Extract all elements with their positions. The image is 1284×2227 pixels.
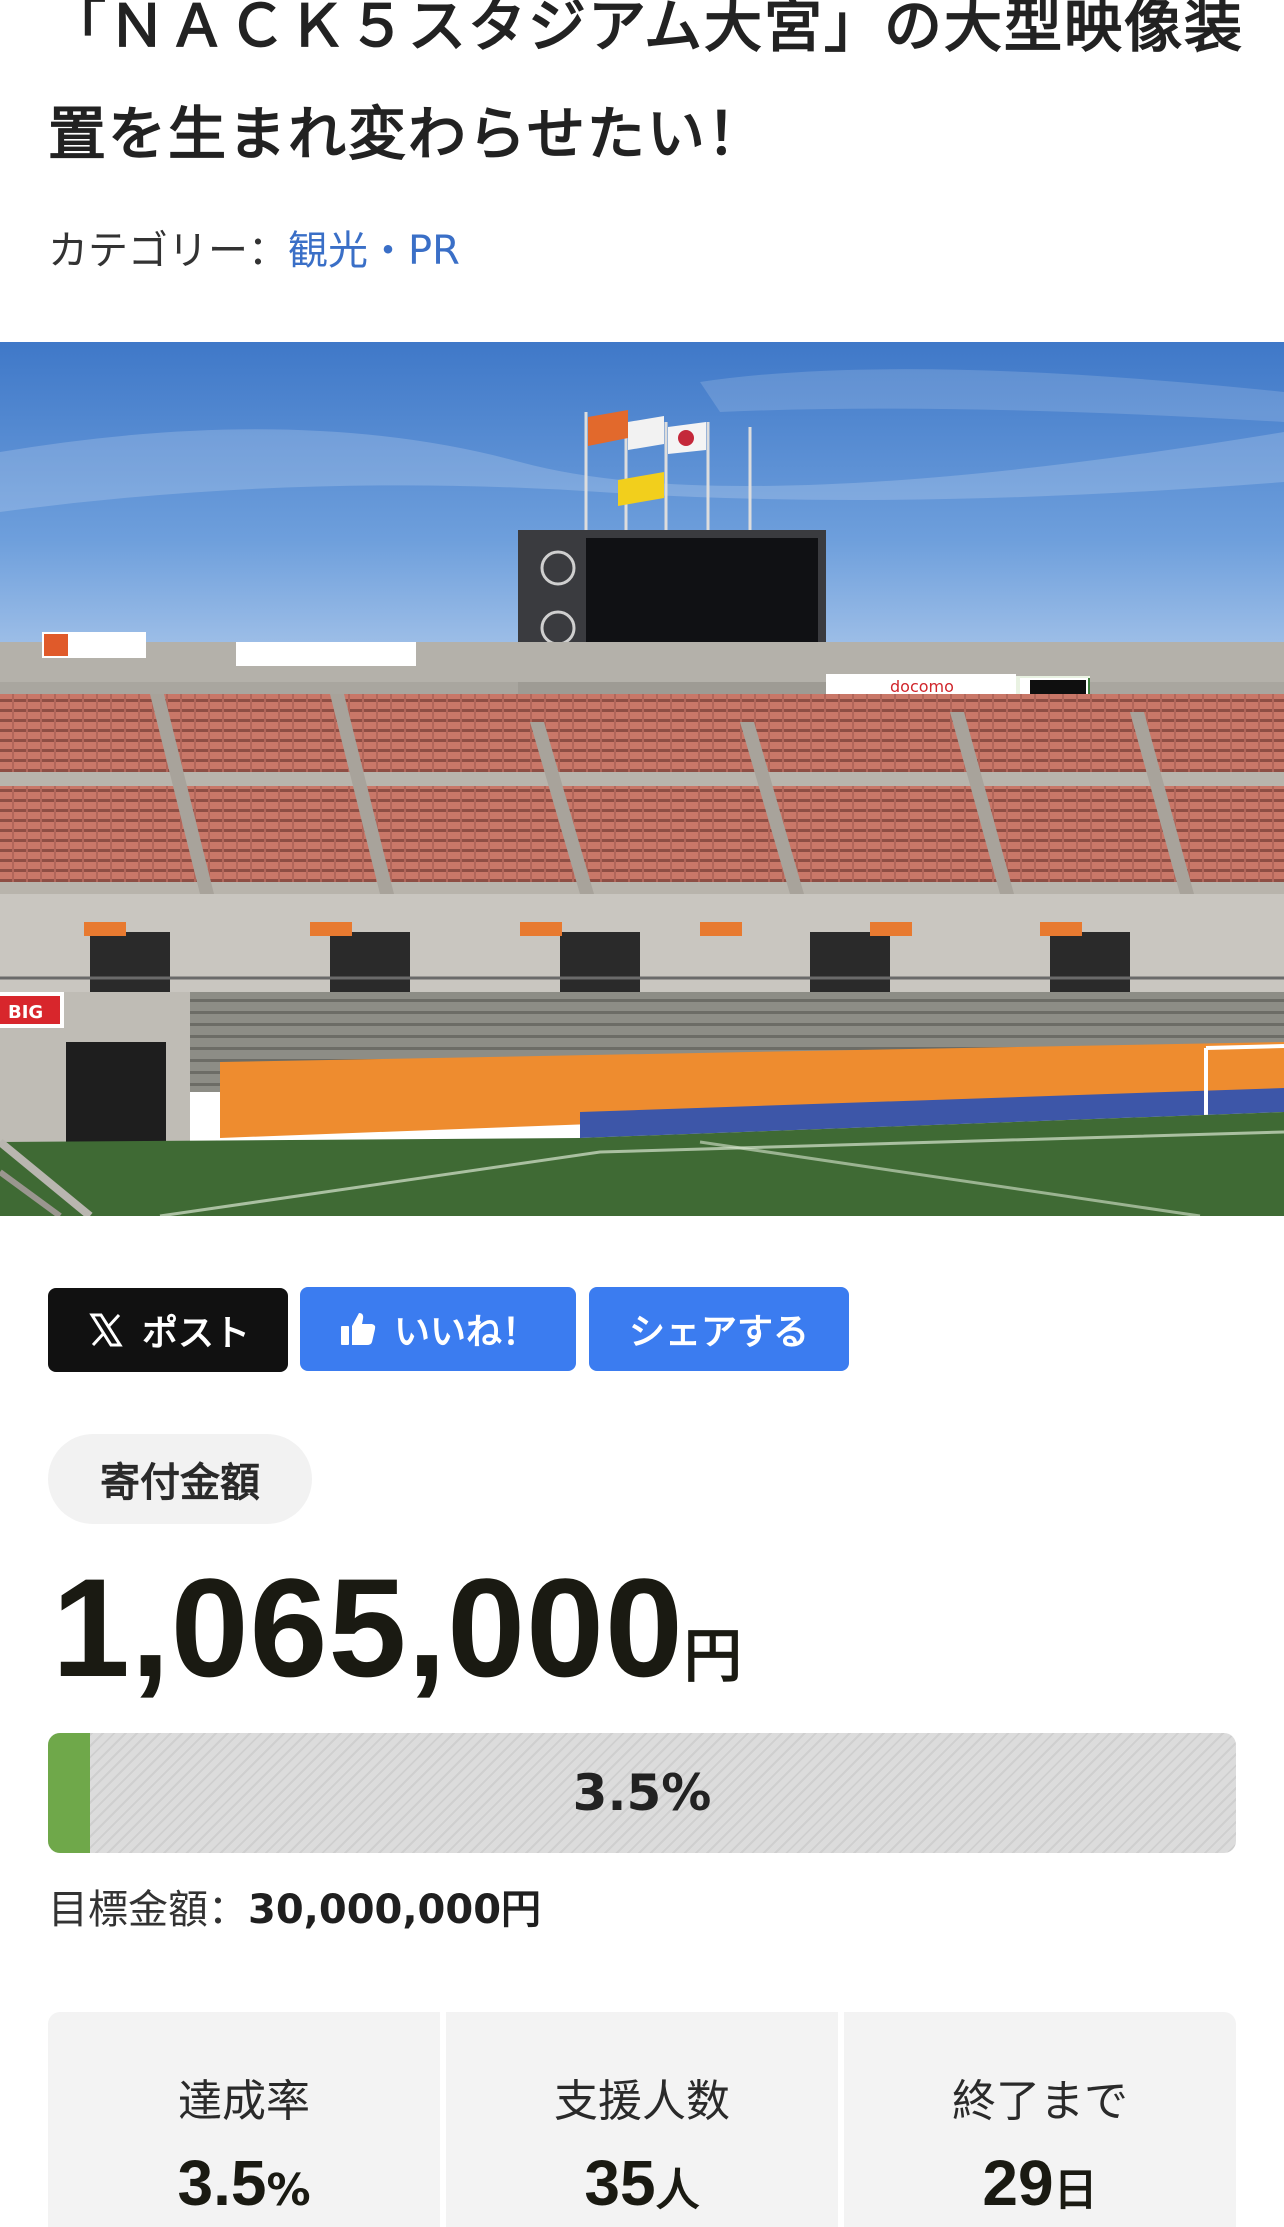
stat-number: 35 bbox=[584, 2147, 656, 2219]
stadium-image: docomo BIG bbox=[0, 342, 1284, 1216]
goal-amount: 目標金額：30,000,000円 bbox=[48, 1882, 541, 1938]
share-button[interactable]: シェアする bbox=[589, 1287, 849, 1371]
stat-label: 達成率 bbox=[178, 2076, 310, 2127]
stat-unit: 日 bbox=[1053, 2165, 1098, 2216]
stat-achievement-rate: 達成率 3.5% bbox=[48, 2012, 440, 2227]
project-page: 「ＮＡＣＫ５スタジアム大宮」の大型映像装置を生まれ変わらせたい！ カテゴリー：観… bbox=[0, 0, 1284, 2227]
stat-label: 終了まで bbox=[952, 2076, 1128, 2127]
x-post-label: ポスト bbox=[141, 1313, 250, 1354]
stats-panel: 達成率 3.5% 支援人数 35人 終了まで 29日 bbox=[48, 2012, 1236, 2227]
stat-value: 29日 bbox=[844, 2146, 1236, 2220]
category-link[interactable]: 観光・PR bbox=[288, 228, 460, 274]
goal-value: 30,000,000円 bbox=[248, 1887, 542, 1933]
donation-amount-value: 1,065,000 bbox=[52, 1549, 684, 1706]
progress-bar: 3.5% bbox=[48, 1733, 1236, 1853]
donation-amount-pill: 寄付金額 bbox=[48, 1434, 312, 1524]
stat-label: 支援人数 bbox=[554, 2076, 730, 2127]
stat-value: 3.5% bbox=[48, 2146, 440, 2220]
stat-number: 3.5 bbox=[177, 2147, 267, 2219]
banner-big: BIG bbox=[8, 1002, 43, 1023]
share-label: シェアする bbox=[628, 1312, 809, 1353]
stat-unit: % bbox=[266, 2165, 311, 2216]
x-post-button[interactable]: ポスト bbox=[48, 1288, 288, 1372]
project-title: 「ＮＡＣＫ５スタジアム大宮」の大型映像装置を生まれ変わらせたい！ bbox=[48, 0, 1244, 168]
banner-docomo: docomo bbox=[890, 677, 954, 696]
category-line: カテゴリー：観光・PR bbox=[48, 226, 460, 276]
x-logo-icon bbox=[86, 1310, 126, 1350]
category-label: カテゴリー： bbox=[48, 228, 288, 274]
donation-amount-unit: 円 bbox=[683, 1622, 742, 1690]
progress-percent: 3.5% bbox=[572, 1764, 712, 1822]
like-label: いいね！ bbox=[393, 1312, 538, 1353]
stat-number: 29 bbox=[982, 2147, 1054, 2219]
stat-days-left: 終了まで 29日 bbox=[844, 2012, 1236, 2227]
stat-supporters: 支援人数 35人 bbox=[446, 2012, 838, 2227]
thumbs-up-icon bbox=[338, 1309, 378, 1349]
stat-unit: 人 bbox=[655, 2165, 700, 2216]
like-button[interactable]: いいね！ bbox=[300, 1287, 576, 1371]
goal-label: 目標金額： bbox=[48, 1887, 248, 1933]
donation-amount: 1,065,000円 bbox=[52, 1558, 742, 1698]
stat-value: 35人 bbox=[446, 2146, 838, 2220]
stadium-illustration: docomo BIG bbox=[0, 342, 1284, 1216]
